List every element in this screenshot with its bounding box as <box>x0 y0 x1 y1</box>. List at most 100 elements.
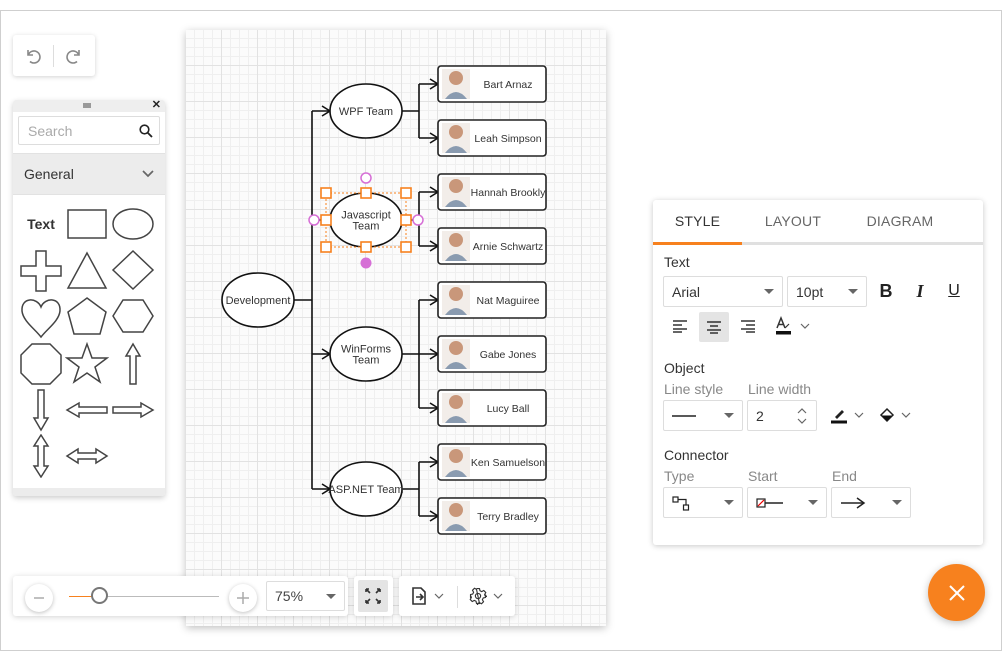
connector-section-title: Connector <box>664 447 729 463</box>
line-width-stepper[interactable]: 2 <box>747 400 817 431</box>
rotate-handle[interactable] <box>360 257 372 269</box>
bold-button[interactable]: B <box>875 278 897 304</box>
employee-node[interactable]: Leah Simpson <box>437 119 547 157</box>
connector-end-dropdown[interactable] <box>831 487 911 518</box>
connector-start-dropdown[interactable] <box>747 487 827 518</box>
line-color-button[interactable] <box>827 402 867 428</box>
team-node-label: WPF Team <box>339 106 393 118</box>
resize-handle[interactable] <box>320 187 332 199</box>
palette-shape-octagon[interactable] <box>19 342 63 386</box>
employee-node[interactable]: Bart Arnaz <box>437 65 547 103</box>
font-family-value: Arial <box>672 283 701 300</box>
port-handle[interactable] <box>308 214 320 226</box>
employee-node[interactable]: Hannah Brookly <box>437 173 547 211</box>
connector-type-dropdown[interactable] <box>663 487 743 518</box>
resize-handle[interactable] <box>400 187 412 199</box>
port-handle[interactable] <box>360 172 372 184</box>
node-label-line: Team <box>353 221 380 233</box>
employee-node[interactable]: Gabe Jones <box>437 335 547 373</box>
palette-shape-arrow-up[interactable] <box>111 342 155 386</box>
pentagon-shape-icon <box>67 297 107 335</box>
fit-to-page-button[interactable] <box>358 580 388 612</box>
align-right-button[interactable] <box>734 312 762 340</box>
chevron-down-icon <box>901 412 911 418</box>
employee-node[interactable]: Ken Samuelson <box>437 443 547 481</box>
export-button[interactable] <box>410 576 444 616</box>
tab-diagram[interactable]: DIAGRAM <box>844 200 956 242</box>
tab-style[interactable]: STYLE <box>653 200 742 242</box>
export-icon <box>412 587 426 605</box>
align-left-button[interactable] <box>666 312 694 340</box>
palette-shape-ellipse[interactable] <box>111 202 155 246</box>
palette-shape-hexagon[interactable] <box>111 295 155 339</box>
connector-start-label: Start <box>748 468 778 484</box>
caret-down-icon <box>326 593 336 599</box>
resize-handle[interactable] <box>320 214 332 226</box>
palette-shape-text[interactable]: Text <box>19 202 63 246</box>
employee-name: Hannah Brookly <box>471 187 546 199</box>
palette-shape-plus[interactable] <box>19 249 63 293</box>
resize-handle[interactable] <box>360 187 372 199</box>
underline-button[interactable]: U <box>943 278 965 304</box>
spin-arrows-icon[interactable] <box>796 406 808 426</box>
align-center-button[interactable] <box>699 312 729 342</box>
employee-node[interactable]: Terry Bradley <box>437 497 547 535</box>
resize-handle[interactable] <box>360 241 372 253</box>
palette-shape-double-arrow-horizontal[interactable] <box>65 434 109 478</box>
diamond-shape-icon <box>111 249 155 291</box>
palette-shape-heart[interactable] <box>19 295 63 339</box>
font-family-dropdown[interactable]: Arial <box>663 276 783 307</box>
plus-icon <box>237 592 249 604</box>
employee-node[interactable]: Arnie Schwartz <box>437 227 547 265</box>
palette-drag-handle[interactable]: ✕ <box>13 100 165 112</box>
employee-node[interactable]: Nat Maguiree <box>437 281 547 319</box>
palette-shape-arrow-left[interactable] <box>65 388 109 432</box>
line-style-label: Line style <box>664 381 724 397</box>
node-label-line: ASP.NET Team <box>328 484 403 496</box>
search-icon[interactable] <box>139 123 153 138</box>
employee-name: Bart Arnaz <box>483 79 532 91</box>
redo-button[interactable] <box>54 35 94 76</box>
undo-redo-toolbar <box>13 35 95 76</box>
object-section-title: Object <box>664 360 705 376</box>
employee-node[interactable]: Lucy Ball <box>437 389 547 427</box>
property-tabs: STYLE LAYOUT DIAGRAM <box>653 200 983 245</box>
chevron-down-icon <box>800 323 810 329</box>
tab-layout[interactable]: LAYOUT <box>742 200 844 242</box>
palette-group-general[interactable]: General <box>13 153 165 195</box>
zoom-slider-thumb[interactable] <box>91 587 108 604</box>
fill-color-button[interactable] <box>875 402 915 428</box>
diagram-canvas[interactable]: Bart Arnaz Leah Simpson WPF Team Hannah Bro… <box>186 30 606 626</box>
palette-shape-double-arrow-vertical[interactable] <box>19 434 63 478</box>
palette-search-input[interactable] <box>26 121 139 140</box>
close-fab-button[interactable] <box>928 564 985 621</box>
palette-shape-pentagon[interactable] <box>65 295 109 339</box>
resize-handle[interactable] <box>400 214 412 226</box>
palette-close-button[interactable]: ✕ <box>152 100 161 111</box>
port-handle[interactable] <box>412 214 424 226</box>
palette-shape-rectangle[interactable] <box>65 202 109 246</box>
property-panel: STYLE LAYOUT DIAGRAM Text Arial 10pt B I… <box>653 200 983 545</box>
zoom-in-button[interactable] <box>229 584 257 612</box>
italic-button[interactable]: I <box>909 278 931 304</box>
resize-handle[interactable] <box>400 241 412 253</box>
palette-shape-arrow-down[interactable] <box>19 388 63 432</box>
font-size-dropdown[interactable]: 10pt <box>787 276 867 307</box>
zoom-out-button[interactable] <box>25 584 53 612</box>
palette-shape-star[interactable] <box>65 342 109 386</box>
zoom-level-dropdown[interactable]: 75% <box>266 581 345 611</box>
line-width-label: Line width <box>748 381 812 397</box>
undo-icon <box>27 49 41 64</box>
employee-name: Gabe Jones <box>480 349 537 361</box>
palette-shape-diamond[interactable] <box>111 249 155 293</box>
font-color-button[interactable] <box>771 312 813 340</box>
undo-button[interactable] <box>13 35 53 76</box>
caret-down-icon <box>892 500 902 505</box>
palette-shape-triangle[interactable] <box>65 249 109 293</box>
arrow-right-shape-icon <box>112 401 155 419</box>
line-style-dropdown[interactable] <box>663 400 743 431</box>
settings-button[interactable] <box>469 576 503 616</box>
paint-bucket-icon <box>879 407 895 423</box>
resize-handle[interactable] <box>320 241 332 253</box>
palette-shape-arrow-right[interactable] <box>111 388 155 432</box>
